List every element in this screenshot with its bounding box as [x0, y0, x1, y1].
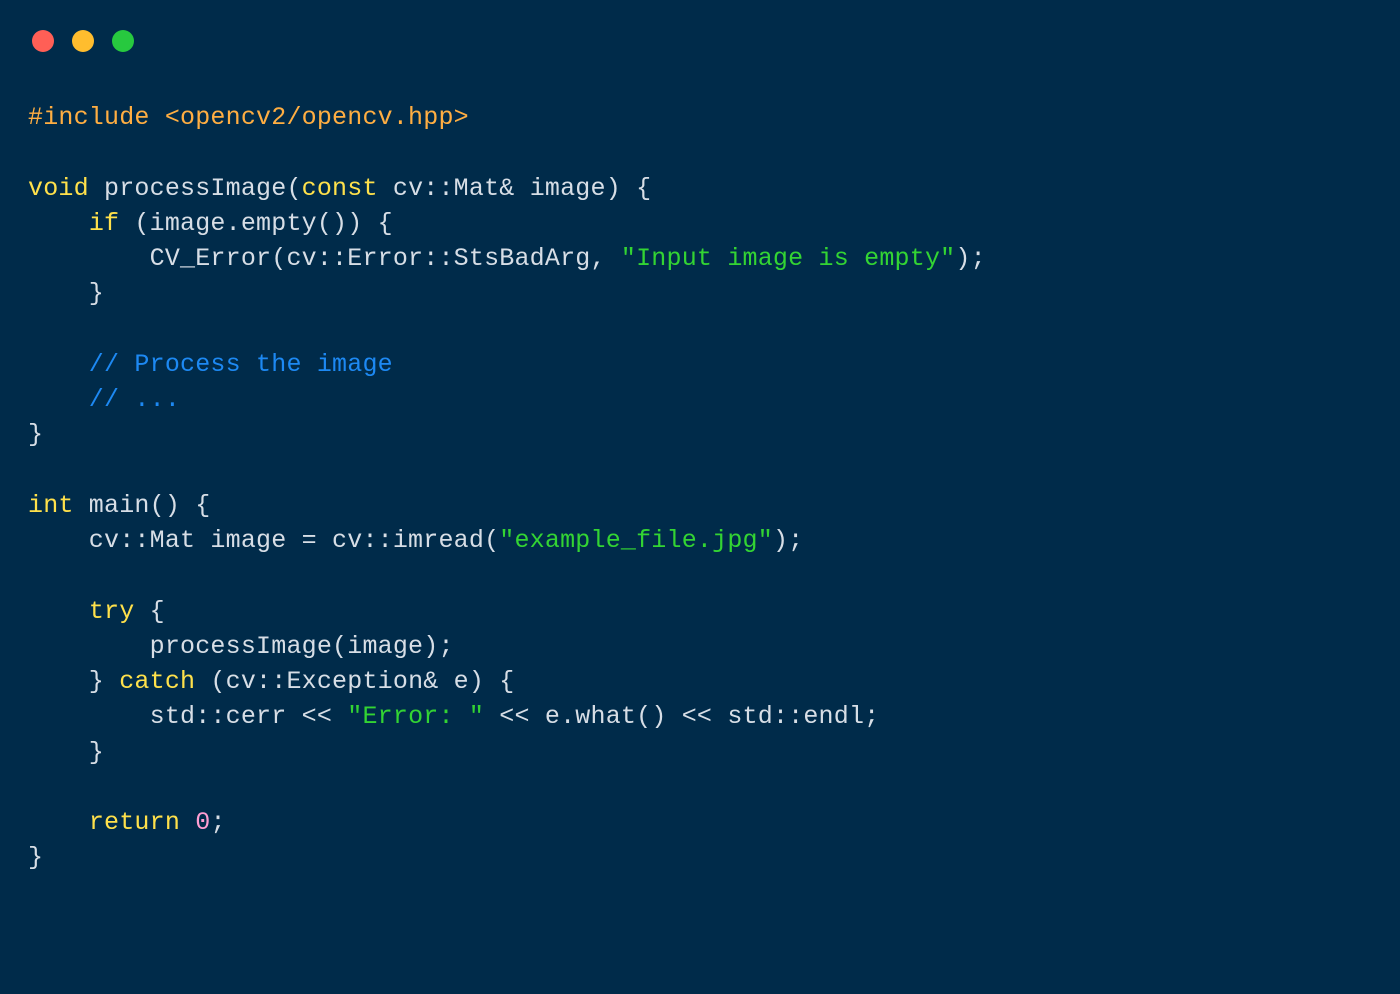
keyword-if: if	[89, 209, 119, 238]
close-brace: }	[28, 843, 43, 872]
minimize-icon[interactable]	[72, 30, 94, 52]
call-processImage: processImage(image);	[28, 632, 454, 661]
close-icon[interactable]	[32, 30, 54, 52]
number-literal: 0	[195, 808, 210, 837]
return-space	[180, 808, 195, 837]
code-window: #include <opencv2/opencv.hpp> void proce…	[0, 0, 1400, 994]
traffic-lights	[32, 30, 1372, 52]
imread-call: cv::Mat image = cv::imread(	[28, 526, 499, 555]
try-open: {	[134, 597, 164, 626]
semicolon: ;	[210, 808, 225, 837]
keyword-return: return	[89, 808, 180, 837]
preprocessor-line: #include <opencv2/opencv.hpp>	[28, 103, 469, 132]
cv-error-call: CV_Error(cv::Error::StsBadArg,	[28, 244, 621, 273]
if-cond: (image.empty()) {	[119, 209, 393, 238]
keyword-int: int	[28, 491, 74, 520]
comment-line: // Process the image	[28, 350, 393, 379]
maximize-icon[interactable]	[112, 30, 134, 52]
cerr-line: std::cerr <<	[28, 702, 347, 731]
catch-params: (cv::Exception& e) {	[195, 667, 514, 696]
string-literal: "Error: "	[347, 702, 484, 731]
code-block: #include <opencv2/opencv.hpp> void proce…	[28, 100, 1372, 876]
string-literal: "example_file.jpg"	[499, 526, 773, 555]
keyword-catch: catch	[119, 667, 195, 696]
string-literal: "Input image is empty"	[621, 244, 955, 273]
close-brace: }	[28, 738, 104, 767]
keyword-try: try	[89, 597, 135, 626]
imread-end: );	[773, 526, 803, 555]
keyword-void: void	[28, 174, 89, 203]
cv-error-end: );	[955, 244, 985, 273]
fn-params: cv::Mat& image) {	[378, 174, 652, 203]
comment-line: // ...	[28, 385, 180, 414]
cerr-end: << e.what() << std::endl;	[484, 702, 879, 731]
fn-main: main() {	[74, 491, 211, 520]
fn-processImage: processImage(	[89, 174, 302, 203]
close-brace: }	[28, 667, 119, 696]
close-brace: }	[28, 279, 104, 308]
close-brace: }	[28, 420, 43, 449]
keyword-const: const	[302, 174, 378, 203]
